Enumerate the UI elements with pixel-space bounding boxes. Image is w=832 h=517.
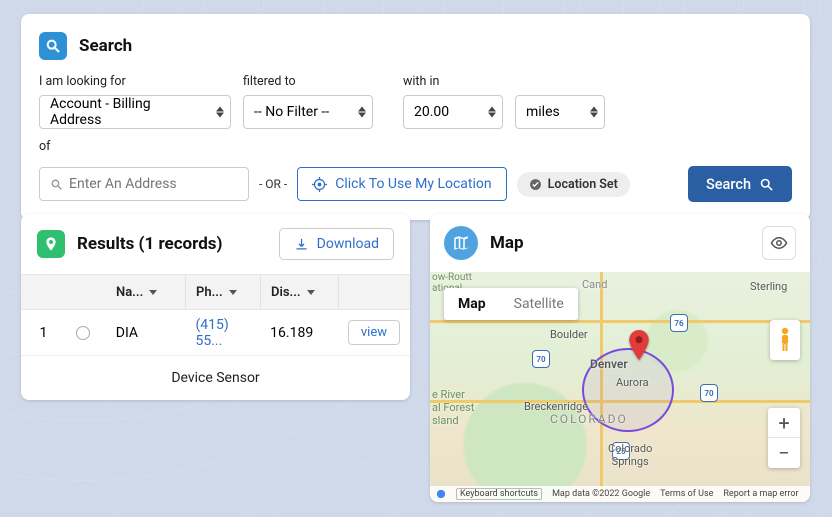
map-type-map[interactable]: Map [444,288,500,320]
search-icon [50,178,63,191]
highway-line [430,320,810,323]
map-panel: Map 76 70 70 25 Denver Aurora Boulder St… [430,214,810,502]
results-title: Results (1 records) [77,234,223,254]
select-stepper-icon [590,107,598,118]
results-header: Results (1 records) Download [21,214,410,274]
view-button[interactable]: view [348,320,400,345]
col-action [339,275,410,309]
within-unit-value: miles [526,104,560,120]
pegman-icon [777,327,793,353]
search-panel: Search I am looking for Account - Billin… [21,14,810,220]
city-label-aurora: Aurora [616,376,649,389]
looking-for-value: Account - Billing Address [50,96,204,128]
use-my-location-label: Click To Use My Location [335,176,491,192]
filtered-to-value: -- No Filter -- [254,104,329,120]
location-target-icon [312,177,327,192]
map-data-label: Map data ©2022 Google [552,489,650,499]
download-label: Download [317,236,379,252]
results-panel: Results (1 records) Download Na... Ph...… [21,214,410,400]
pin-icon [37,230,65,258]
city-label-boulder: Boulder [550,328,588,341]
within-unit-select[interactable]: miles [515,95,605,129]
label-cand: Cand [582,278,607,291]
table-row: 1 DIA (415) 55... 16.189 view [21,310,410,356]
row-radio[interactable] [76,326,90,340]
search-title: Search [79,36,132,56]
check-circle-icon [529,178,542,191]
download-icon [294,237,309,252]
map-attribution: Keyboard shortcuts Map data ©2022 Google… [430,486,810,502]
search-icon [39,32,67,60]
city-label-denver: Denver [590,357,628,371]
eye-icon [770,234,788,252]
col-select [66,275,106,309]
chevron-down-icon [229,290,237,295]
col-distance[interactable]: Dis... [261,275,339,309]
select-stepper-icon [216,107,224,118]
filtered-to-label: filtered to [243,74,373,89]
map-type-toggle: Map Satellite [444,288,578,320]
terms-link[interactable]: Terms of Use [660,489,713,499]
google-logo-icon [436,489,446,499]
stepper-icon [488,107,496,118]
visibility-toggle-button[interactable] [762,226,796,260]
within-distance-input[interactable]: 20.00 [403,95,503,129]
row-index: 1 [21,325,66,341]
interstate-shield: 76 [670,314,688,332]
city-label-sterling: Sterling [750,280,787,293]
filtered-to-select[interactable]: -- No Filter -- [243,95,373,129]
report-error-link[interactable]: Report a map error [723,489,798,499]
map-title: Map [490,233,524,253]
zoom-in-button[interactable]: + [768,408,800,438]
pegman-button[interactable] [770,320,800,360]
location-set-chip: Location Set [517,172,630,197]
zoom-out-button[interactable]: − [768,438,800,468]
within-value: 20.00 [414,104,449,120]
row-distance: 16.189 [260,325,338,341]
looking-for-label: I am looking for [39,74,231,89]
search-button[interactable]: Search [688,166,792,202]
col-name[interactable]: Na... [106,275,186,309]
map-icon [444,226,478,260]
col-index [21,275,66,309]
or-separator: - OR - [259,177,287,191]
search-filters-row: I am looking for Account - Billing Addre… [39,74,792,129]
search-button-label: Search [706,176,751,193]
row-phone[interactable]: (415) 55... [185,317,260,349]
row-name: DIA [106,325,186,341]
address-field[interactable] [69,176,238,192]
map-type-satellite[interactable]: Satellite [500,288,578,320]
map-pin[interactable] [628,330,648,350]
interstate-shield: 70 [700,384,718,402]
state-label-colorado: COLORADO [550,412,628,426]
download-button[interactable]: Download [279,228,394,260]
zoom-control: + − [768,408,800,468]
map-header: Map [430,214,810,272]
chevron-down-icon [149,290,157,295]
of-label: of [39,139,792,154]
search-header: Search [39,32,792,60]
col-phone[interactable]: Ph... [186,275,261,309]
interstate-shield: 70 [532,350,550,368]
search-icon [759,177,774,192]
within-label: with in [403,74,503,89]
city-label-colorado-springs: Colorado Springs [608,442,652,468]
forest-label: e River al Forest sland [432,388,474,427]
chevron-down-icon [307,290,315,295]
keyboard-shortcuts-link[interactable]: Keyboard shortcuts [456,488,542,500]
map-canvas[interactable]: 76 70 70 25 Denver Aurora Boulder Sterli… [430,272,810,502]
within-unit-spacer [515,74,605,89]
results-footer: Device Sensor [21,356,410,400]
use-my-location-button[interactable]: Click To Use My Location [297,167,506,201]
address-input[interactable] [39,167,249,201]
looking-for-select[interactable]: Account - Billing Address [39,95,231,129]
select-stepper-icon [358,107,366,118]
location-set-label: Location Set [548,177,618,192]
results-table-head: Na... Ph... Dis... [21,274,410,310]
